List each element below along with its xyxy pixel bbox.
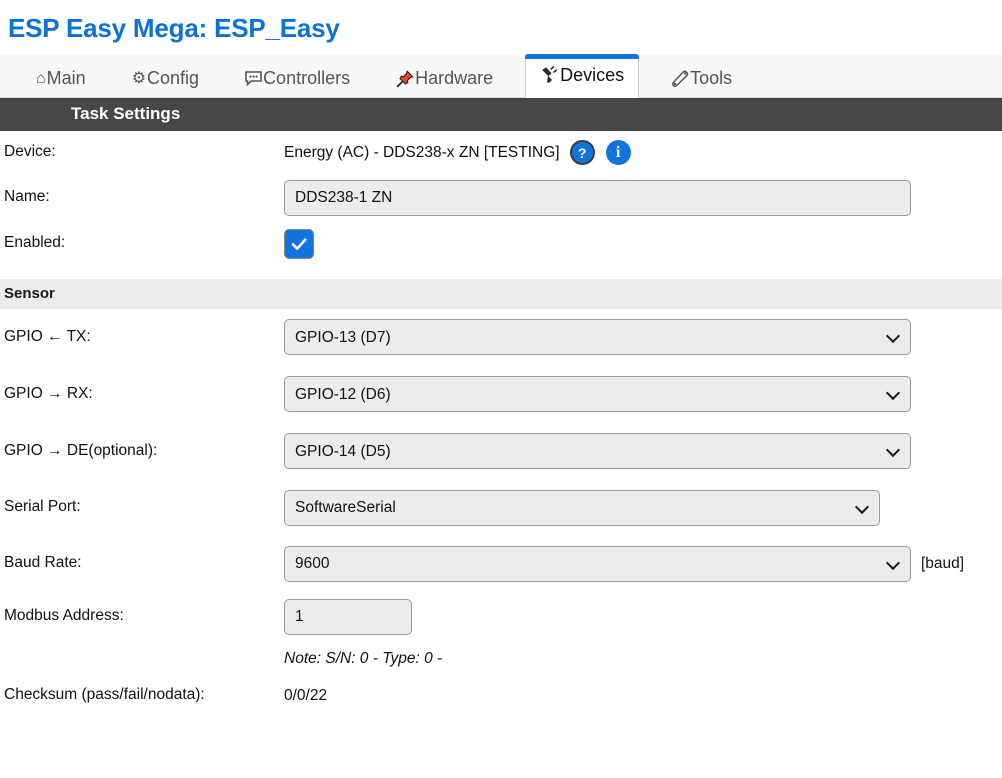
- gpio-tx-select-wrap: GPIO-13 (D7): [284, 319, 911, 355]
- row-name: Name:: [0, 175, 1002, 221]
- wrench-icon: [671, 69, 689, 88]
- plug-icon: [540, 65, 559, 85]
- serial-port-select-wrap: SoftwareSerial: [284, 489, 880, 526]
- modbus-address-value-cell: [284, 598, 1002, 635]
- tab-tools[interactable]: Tools: [657, 61, 746, 97]
- modbus-address-label: Modbus Address:: [4, 607, 124, 625]
- serial-port-value-cell: SoftwareSerial: [284, 489, 1002, 526]
- pushpin-icon: [396, 69, 414, 88]
- serial-port-select[interactable]: SoftwareSerial: [284, 489, 880, 526]
- gpio-de-select-wrap: GPIO-14 (D5): [284, 433, 911, 469]
- baud-rate-select-wrap: 9600: [284, 545, 911, 582]
- baud-rate-select[interactable]: 9600: [284, 545, 911, 582]
- gpio-de-label: GPIO → DE(optional):: [4, 441, 158, 459]
- checksum-value-cell: 0/0/22: [284, 687, 1002, 705]
- name-label: Name:: [4, 188, 50, 206]
- task-settings-form: Device: Energy (AC) - DDS238-x ZN [TESTI…: [0, 131, 1002, 267]
- row-baud-rate: Baud Rate: 9600 [baud]: [0, 536, 1002, 592]
- tab-devices[interactable]: Devices: [525, 53, 640, 98]
- tab-hardware[interactable]: Hardware: [382, 61, 507, 97]
- name-input[interactable]: [284, 179, 911, 216]
- gpio-tx-label: GPIO ← TX:: [4, 327, 91, 345]
- row-gpio-rx: GPIO → RX: GPIO-12 (D6): [0, 366, 1002, 423]
- info-icon[interactable]: i: [605, 140, 631, 165]
- tab-main-label: Main: [46, 68, 86, 88]
- tab-tools-label: Tools: [690, 68, 733, 88]
- home-icon: ⌂: [36, 69, 46, 87]
- gpio-de-select[interactable]: GPIO-14 (D5): [284, 433, 911, 469]
- sensor-form: GPIO ← TX: GPIO-13 (D7) GPIO → RX: GPIO-…: [0, 309, 1002, 716]
- device-value: Energy (AC) - DDS238-x ZN [TESTING]: [284, 143, 560, 161]
- enabled-checkbox[interactable]: [284, 228, 314, 259]
- gear-icon: ⚙: [131, 69, 147, 87]
- row-device: Device: Energy (AC) - DDS238-x ZN [TESTI…: [0, 131, 1002, 175]
- baud-rate-label: Baud Rate:: [4, 554, 82, 572]
- gpio-rx-select[interactable]: GPIO-12 (D6): [284, 376, 911, 412]
- section-header-task-settings: Task Settings: [0, 97, 1002, 131]
- gpio-tx-value-cell: GPIO-13 (D7): [284, 319, 1002, 355]
- row-modbus-address: Modbus Address:: [0, 592, 1002, 642]
- enabled-value-cell: [284, 228, 1002, 259]
- tab-devices-label: Devices: [560, 64, 625, 85]
- sensor-note: Note: S/N: 0 - Type: 0 -: [284, 649, 443, 667]
- modbus-address-input[interactable]: [284, 598, 412, 635]
- gpio-tx-select[interactable]: GPIO-13 (D7): [284, 319, 911, 355]
- section-header-sensor: Sensor: [0, 278, 1002, 309]
- tab-main[interactable]: ⌂ Main: [22, 61, 100, 97]
- row-serial-port: Serial Port: SoftwareSerial: [0, 480, 1002, 536]
- enabled-label: Enabled:: [4, 234, 66, 252]
- device-value-cell: Energy (AC) - DDS238-x ZN [TESTING] ? i: [284, 140, 1002, 165]
- gpio-rx-value-cell: GPIO-12 (D6): [284, 376, 1002, 412]
- baud-rate-value-cell: 9600 [baud]: [284, 545, 1002, 582]
- tab-hardware-label: Hardware: [415, 68, 494, 88]
- help-icon[interactable]: ?: [569, 140, 595, 165]
- serial-port-label: Serial Port:: [4, 498, 81, 516]
- tab-config[interactable]: ⚙ Config: [118, 61, 213, 97]
- baud-unit-label: [baud]: [921, 554, 965, 572]
- tab-controllers[interactable]: Controllers: [231, 61, 364, 97]
- row-enabled: Enabled:: [0, 221, 1002, 267]
- main-tabbar: ⌂ Main ⚙ Config Controllers Hardware Dev…: [0, 53, 1002, 98]
- tab-config-label: Config: [147, 68, 200, 88]
- row-gpio-tx: GPIO ← TX: GPIO-13 (D7): [0, 309, 1002, 366]
- gpio-rx-label: GPIO → RX:: [4, 384, 93, 402]
- tab-controllers-label: Controllers: [263, 68, 351, 88]
- gpio-rx-select-wrap: GPIO-12 (D6): [284, 376, 911, 412]
- page-title: ESP Easy Mega: ESP_Easy: [8, 13, 340, 43]
- speech-balloon-icon: [245, 71, 262, 86]
- name-value-cell: [284, 179, 1002, 216]
- device-label: Device:: [4, 143, 56, 161]
- gpio-de-value-cell: GPIO-14 (D5): [284, 433, 1002, 469]
- row-gpio-de: GPIO → DE(optional): GPIO-14 (D5): [0, 423, 1002, 480]
- checksum-label: Checksum (pass/fail/nodata):: [4, 686, 205, 704]
- row-checksum: Checksum (pass/fail/nodata): 0/0/22: [0, 676, 1002, 716]
- checksum-value: 0/0/22: [284, 686, 328, 704]
